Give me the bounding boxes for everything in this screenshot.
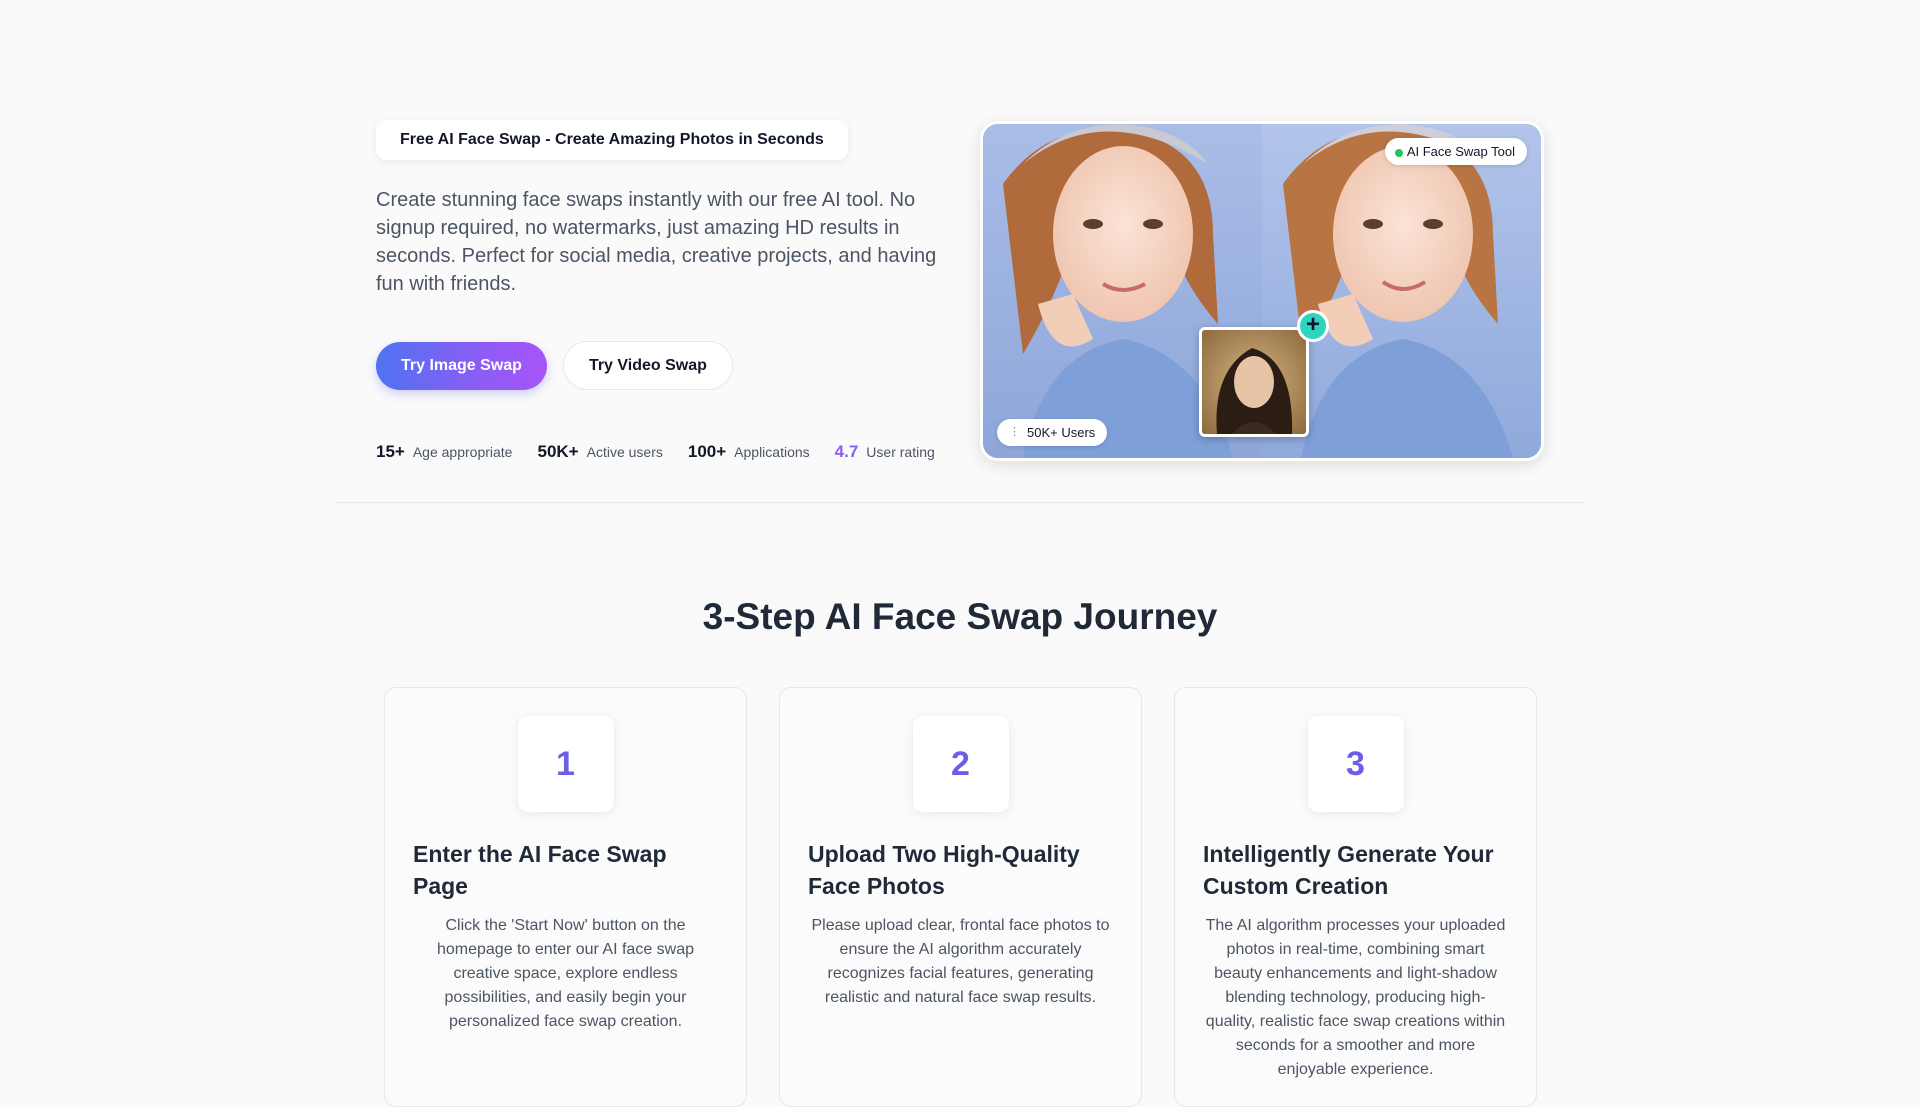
plus-icon: +	[1297, 310, 1329, 342]
hero-description: Create stunning face swaps instantly wit…	[376, 189, 937, 295]
steps-list: 1 Enter the AI Face Swap Page Click the …	[384, 687, 1537, 1107]
stat-applications: 100+ Applications	[688, 442, 810, 462]
stat-value: 100+	[687, 442, 727, 461]
ai-tool-badge-label: AI Face Swap Tool	[1406, 144, 1515, 159]
stat-rating: 4.7 User rating	[835, 442, 935, 462]
hero-text: Free AI Face Swap - Create Amazing Photo…	[376, 120, 956, 462]
stat-age: 15+ Age appropriate	[376, 442, 512, 462]
step-description: The AI algorithm processes your uploaded…	[1205, 917, 1506, 1078]
try-image-swap-button[interactable]: Try Image Swap	[376, 341, 547, 390]
stat-label: Active users	[586, 444, 663, 460]
stat-label: User rating	[866, 444, 935, 460]
stat-value: 50K+	[537, 442, 579, 461]
ai-tool-badge: AI Face Swap Tool	[1384, 138, 1527, 165]
source-face-thumbnail	[1199, 327, 1309, 437]
step-title: Enter the AI Face Swap Page	[413, 841, 667, 899]
source-face-image	[1202, 330, 1306, 434]
step-title: Upload Two High-Quality Face Photos	[808, 841, 1080, 899]
hero-face-swap-image: AI Face Swap Tool + ⋮ 50K+ Users	[980, 121, 1544, 461]
stat-value: 4.7	[834, 442, 859, 461]
users-badge-label: 50K+ Users	[1027, 425, 1096, 440]
stat-value: 15+	[376, 442, 405, 461]
step-card: 2 Upload Two High-Quality Face Photos Pl…	[779, 687, 1142, 1107]
stat-label: Applications	[734, 444, 810, 460]
users-badge: ⋮ 50K+ Users	[997, 419, 1108, 446]
stat-users: 50K+ Active users	[537, 442, 662, 462]
step-description: Click the 'Start Now' button on the home…	[436, 917, 695, 1030]
stat-label: Age appropriate	[412, 444, 513, 460]
hero-tagline: Free AI Face Swap - Create Amazing Photo…	[376, 120, 848, 160]
step-number: 2	[912, 716, 1009, 812]
step-card: 1 Enter the AI Face Swap Page Click the …	[384, 687, 747, 1107]
section-divider	[336, 502, 1584, 503]
step-card: 3 Intelligently Generate Your Custom Cre…	[1174, 687, 1537, 1107]
step-description: Please upload clear, frontal face photos…	[811, 917, 1110, 1006]
step-title: Intelligently Generate Your Custom Creat…	[1203, 841, 1494, 899]
stats-row: 15+ Age appropriate 50K+ Active users 10…	[376, 442, 956, 462]
step-number: 1	[517, 716, 614, 812]
cta-row: Try Image Swap Try Video Swap	[376, 341, 956, 390]
hero-section: Free AI Face Swap - Create Amazing Photo…	[376, 120, 1544, 465]
step-number: 3	[1307, 716, 1404, 812]
try-video-swap-button[interactable]: Try Video Swap	[562, 341, 733, 390]
status-dot-icon	[1394, 149, 1403, 157]
user-icon: ⋮	[1009, 426, 1020, 438]
steps-section-title: 3-Step AI Face Swap Journey	[702, 596, 1218, 637]
